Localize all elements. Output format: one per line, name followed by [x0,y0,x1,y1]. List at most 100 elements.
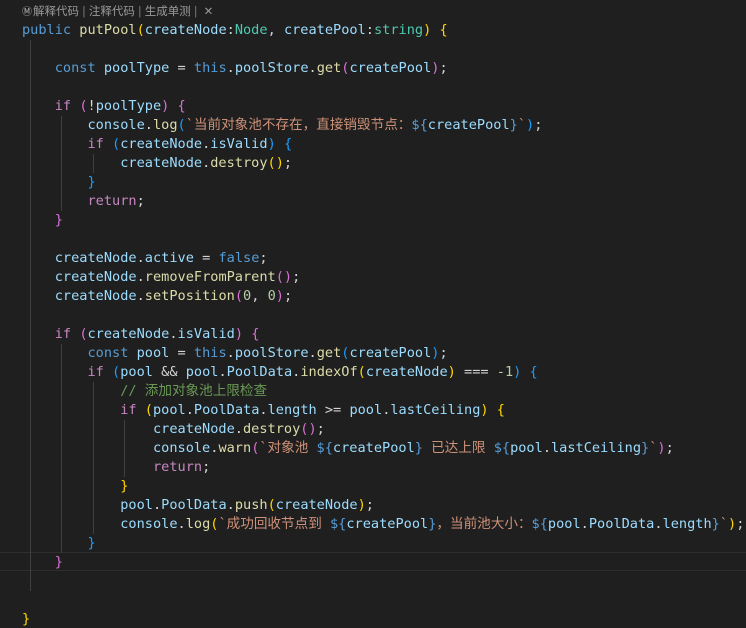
code-line[interactable]: createNode.removeFromParent(); [22,268,746,287]
indent-guide [30,287,31,306]
code-line[interactable]: } [22,553,746,572]
code-line[interactable]: if (createNode.isValid) { [22,325,746,344]
code-token: return [87,193,137,209]
code-token: ) [447,364,456,380]
code-token: createNode [275,497,358,513]
code-line[interactable] [22,78,746,97]
code-token: ${ [493,440,511,456]
code-token: { [529,364,538,380]
codelens-separator: | [193,4,198,18]
code-line[interactable]: console.log(`当前对象池不存在，直接销毁节点：${createPoo… [22,116,746,135]
code-token: setPosition [144,288,235,304]
code-line[interactable] [22,306,746,325]
code-token: PoolData [588,516,655,532]
code-token: isValid [210,136,268,152]
indent-guide [30,116,31,135]
code-token: ) [357,497,366,513]
indent-guide [93,420,94,439]
code-line[interactable]: return; [22,192,746,211]
code-line[interactable]: createNode.setPosition(0, 0); [22,287,746,306]
indent-guide [30,249,31,268]
code-line[interactable]: createNode.destroy(); [22,420,746,439]
indent-guide [61,173,62,192]
code-token: ( [79,326,88,342]
code-line[interactable]: createNode.active = false; [22,249,746,268]
code-token: ( [144,402,153,418]
code-line[interactable] [22,572,746,591]
code-token: ` [517,117,526,133]
code-token: . [226,345,235,361]
code-token: console [152,440,211,456]
codelens-generate-unit-test[interactable]: 生成单测 [145,4,191,18]
code-line[interactable] [22,591,746,610]
code-token: -1 [496,364,514,380]
indent-guide [93,458,94,477]
code-line[interactable] [22,230,746,249]
code-token: poolStore [234,60,309,76]
code-line[interactable]: if (createNode.isValid) { [22,135,746,154]
code-token: createNode [152,421,235,437]
code-token: `当前对象池不存在，直接销毁节点： [185,117,412,133]
code-token: const [54,60,96,76]
code-token: pool [120,364,153,380]
code-line[interactable]: if (pool && pool.PoolData.indexOf(create… [22,363,746,382]
code-line[interactable]: } [22,173,746,192]
code-token: ) [480,402,489,418]
code-token: . [542,440,551,456]
code-line[interactable]: if (!poolType) { [22,97,746,116]
code-token: log [152,117,178,133]
indent-guide [30,192,31,211]
code-token: putPool [79,22,137,38]
indent-guide [30,515,31,534]
code-line[interactable]: } [22,610,746,628]
code-line[interactable]: // 添加对象池上限检查 [22,382,746,401]
code-token: if [87,136,104,152]
code-token: = [169,345,194,361]
code-line[interactable]: } [22,477,746,496]
code-line[interactable]: console.warn(`对象池 ${createPool} 已达上限 ${p… [22,439,746,458]
codelens-separator: | [82,4,86,18]
code-line[interactable]: console.log(`成功回收节点到 ${createPool}，当前池大小… [22,515,746,534]
code-token: ; [283,155,293,171]
code-line[interactable]: return; [22,458,746,477]
code-lines[interactable]: public putPool(createNode:Node, createPo… [22,21,746,628]
code-line[interactable] [22,40,746,59]
code-token: pool [152,402,186,418]
code-token: false [218,250,260,266]
code-token: . [218,364,227,380]
code-token: ( [79,98,88,114]
code-line[interactable]: const poolType = this.poolStore.get(crea… [22,59,746,78]
code-token: Node [234,22,268,38]
close-icon[interactable]: ✕ [204,4,214,18]
code-token: createNode [365,364,448,380]
code-line[interactable]: } [22,534,746,553]
code-token: push [234,497,268,513]
code-line[interactable]: pool.PoolData.push(createNode); [22,496,746,515]
indent-guide [93,439,94,458]
indent-guide [30,420,31,439]
code-line[interactable]: createNode.destroy(); [22,154,746,173]
code-token: active [144,250,194,266]
code-editor[interactable]: Ⓜ解释代码 | 注释代码 | 生成单测 | ✕ public putPool(createN… [0,0,746,628]
code-token: } [87,535,96,551]
code-token: } [711,516,720,532]
codelens-explain-code[interactable]: 解释代码 [33,4,79,18]
code-line[interactable]: if (pool.PoolData.length >= pool.lastCei… [22,401,746,420]
code-token: } [87,174,96,190]
code-token: . [580,516,589,532]
code-token: this [193,345,227,361]
codelens-comment-code[interactable]: 注释代码 [89,4,135,18]
indent-guide [61,515,62,534]
code-token: destroy [242,421,301,437]
code-line[interactable]: } [22,211,746,230]
indent-guide [30,496,31,515]
code-line[interactable]: const pool = this.poolStore.get(createPo… [22,344,746,363]
code-line[interactable]: public putPool(createNode:Node, createPo… [22,21,746,40]
